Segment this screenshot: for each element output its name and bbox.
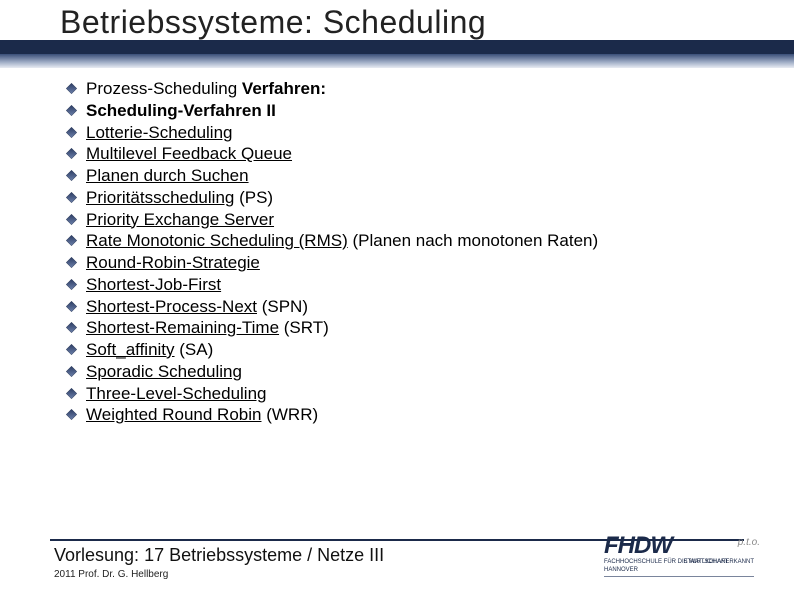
list-item: Three-Level-Scheduling xyxy=(64,383,764,405)
list-item: Round-Robin-Strategie xyxy=(64,252,764,274)
list-item-post: (PS) xyxy=(234,188,273,207)
logo-sub2: HANNOVER xyxy=(604,567,638,573)
list-item-link[interactable]: Soft_affinity xyxy=(86,340,175,359)
logo-line xyxy=(604,576,754,577)
list-item: Prioritätsscheduling (PS) xyxy=(64,187,764,209)
title-gradient xyxy=(0,54,794,68)
list-item-bold: Verfahren: xyxy=(242,79,326,98)
footer-label: Vorlesung: xyxy=(54,545,139,565)
logo-sub3: STAATLICH ANERKANNT xyxy=(684,559,754,565)
list-item: Shortest-Job-First xyxy=(64,274,764,296)
list-item-pre: Prozess-Scheduling xyxy=(86,79,242,98)
list-item-link[interactable]: Shortest-Remaining-Time xyxy=(86,318,279,337)
list-item: Soft_affinity (SA) xyxy=(64,339,764,361)
footer-text: Vorlesung: 17 Betriebssysteme / Netze II… xyxy=(54,545,384,566)
list-item: Lotterie-Scheduling xyxy=(64,122,764,144)
list-item-post: (WRR) xyxy=(261,405,318,424)
list-item: Sporadic Scheduling xyxy=(64,361,764,383)
list-item-link[interactable]: Sporadic Scheduling xyxy=(86,362,242,381)
list-item: Rate Monotonic Scheduling (RMS) (Planen … xyxy=(64,230,764,252)
list-item-link[interactable]: Rate Monotonic Scheduling (RMS) xyxy=(86,231,348,250)
list-item-link[interactable]: Priority Exchange Server xyxy=(86,210,274,229)
footer: Vorlesung: 17 Betriebssysteme / Netze II… xyxy=(0,539,794,595)
list-item: Shortest-Remaining-Time (SRT) xyxy=(64,317,764,339)
list-item-link[interactable]: Round-Robin-Strategie xyxy=(86,253,260,272)
list-item: Priority Exchange Server xyxy=(64,209,764,231)
footer-course: 17 Betriebssysteme / Netze III xyxy=(139,545,384,565)
bullet-list: Prozess-Scheduling Verfahren:Scheduling-… xyxy=(64,78,764,426)
list-item-link[interactable]: Shortest-Job-First xyxy=(86,275,221,294)
list-item-post: (SA) xyxy=(175,340,214,359)
list-item-link[interactable]: Lotterie-Scheduling xyxy=(86,123,232,142)
footer-logo: FHDW p.t.o. FACHHOCHSCHULE FÜR DIE WIRTS… xyxy=(604,535,754,581)
list-item-link[interactable]: Shortest-Process-Next xyxy=(86,297,257,316)
list-item-post: (SRT) xyxy=(279,318,329,337)
list-item: Planen durch Suchen xyxy=(64,165,764,187)
list-item-post: (SPN) xyxy=(257,297,308,316)
list-item-link[interactable]: Weighted Round Robin xyxy=(86,405,261,424)
logo-main-text: FHDW xyxy=(604,535,672,557)
list-item-bold: Scheduling-Verfahren II xyxy=(86,101,276,120)
slide: Betriebssysteme: Scheduling Prozess-Sche… xyxy=(0,0,794,595)
list-item: Scheduling-Verfahren II xyxy=(64,100,764,122)
list-item-link[interactable]: Prioritätsscheduling xyxy=(86,188,234,207)
slide-title: Betriebssysteme: Scheduling xyxy=(60,4,486,41)
list-item-post: (Planen nach monotonen Raten) xyxy=(348,231,598,250)
content-area: Prozess-Scheduling Verfahren:Scheduling-… xyxy=(64,78,764,426)
list-item-link[interactable]: Multilevel Feedback Queue xyxy=(86,144,292,163)
list-item: Prozess-Scheduling Verfahren: xyxy=(64,78,764,100)
list-item: Shortest-Process-Next (SPN) xyxy=(64,296,764,318)
list-item: Weighted Round Robin (WRR) xyxy=(64,404,764,426)
list-item-link[interactable]: Planen durch Suchen xyxy=(86,166,249,185)
list-item: Multilevel Feedback Queue xyxy=(64,143,764,165)
footer-sub: 2011 Prof. Dr. G. Hellberg xyxy=(54,569,168,580)
logo-small-text: p.t.o. xyxy=(738,537,760,548)
list-item-link[interactable]: Three-Level-Scheduling xyxy=(86,384,267,403)
title-bar: Betriebssysteme: Scheduling xyxy=(0,0,794,60)
